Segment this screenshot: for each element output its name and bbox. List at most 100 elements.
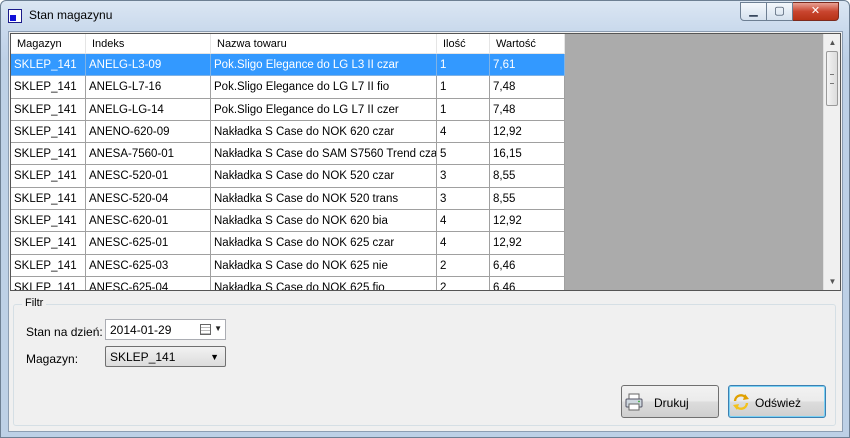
app-icon (8, 9, 22, 23)
cell-product-name[interactable]: Nakładka S Case do NOK 520 czar (211, 165, 437, 188)
table-row[interactable]: SKLEP_141 ANESC-625-03 Nakładka S Case do … (11, 254, 565, 277)
cell-warehouse[interactable]: SKLEP_141 (11, 76, 86, 99)
scroll-up-icon[interactable]: ▲ (824, 34, 840, 51)
cell-value[interactable]: 7,48 (490, 76, 565, 99)
window-title: Stan magazynu (29, 8, 113, 22)
table-row[interactable]: SKLEP_141 ANELG-L3-09 Pok.Sligo Elegance d… (11, 54, 565, 77)
column-header-warehouse[interactable]: Magazyn (11, 34, 86, 54)
cell-value[interactable]: 6,46 (490, 276, 565, 290)
refresh-icon (733, 394, 749, 410)
cell-index[interactable]: ANELG-L3-09 (86, 54, 211, 77)
vertical-scrollbar[interactable]: ▲ ▼ (823, 34, 840, 290)
filter-legend: Filtr (22, 297, 47, 309)
cell-quantity[interactable]: 1 (437, 76, 490, 99)
date-picker[interactable]: 2014-01-29 ▼ (105, 319, 226, 340)
table-row[interactable]: SKLEP_141 ANESC-620-01 Nakładka S Case do … (11, 210, 565, 233)
cell-index[interactable]: ANESC-520-01 (86, 165, 211, 188)
title-bar[interactable]: Stan magazynu ▁ ▢ ✕ (1, 1, 849, 31)
cell-warehouse[interactable]: SKLEP_141 (11, 210, 86, 233)
cell-quantity[interactable]: 4 (437, 232, 490, 255)
maximize-button[interactable]: ▢ (767, 2, 793, 21)
print-button[interactable]: Drukuj (621, 385, 719, 418)
cell-index[interactable]: ANESC-625-01 (86, 232, 211, 255)
cell-warehouse[interactable]: SKLEP_141 (11, 143, 86, 166)
column-header-quantity[interactable]: Ilość (437, 34, 490, 54)
stock-grid[interactable]: Magazyn Indeks Nazwa towaru Ilość Wartość SK… (10, 33, 841, 291)
table-row[interactable]: SKLEP_141 ANELG-L7-16 Pok.Sligo Elegance d… (11, 76, 565, 99)
cell-quantity[interactable]: 1 (437, 98, 490, 121)
table-row[interactable]: SKLEP_141 ANESC-625-04 Nakładka S Case do … (11, 276, 565, 290)
calendar-icon[interactable] (200, 324, 211, 335)
print-label: Drukuj (654, 396, 689, 410)
cell-product-name[interactable]: Nakładka S Case do NOK 620 bia (211, 210, 437, 233)
grid-rows: SKLEP_141 ANELG-L3-09 Pok.Sligo Elegance d… (11, 54, 565, 290)
cell-product-name[interactable]: Nakładka S Case do SAM S7560 Trend czar (211, 143, 437, 166)
cell-value[interactable]: 8,55 (490, 187, 565, 211)
cell-index[interactable]: ANESC-620-01 (86, 210, 211, 233)
table-row[interactable]: SKLEP_141 ANESC-625-01 Nakładka S Case do … (11, 232, 565, 255)
cell-value[interactable]: 7,48 (490, 98, 565, 121)
cell-warehouse[interactable]: SKLEP_141 (11, 187, 86, 211)
cell-product-name[interactable]: Nakładka S Case do NOK 520 trans (211, 187, 437, 211)
chevron-down-icon[interactable]: ▼ (210, 352, 219, 362)
warehouse-label: Magazyn: (26, 352, 79, 366)
cell-quantity[interactable]: 5 (437, 143, 490, 166)
table-row[interactable]: SKLEP_141 ANESC-520-04 Nakładka S Case do … (11, 187, 565, 211)
scroll-thumb[interactable] (826, 51, 838, 106)
table-row[interactable]: SKLEP_141 ANELG-LG-14 Pok.Sligo Elegance d… (11, 98, 565, 121)
cell-index[interactable]: ANESA-7560-01 (86, 143, 211, 166)
cell-warehouse[interactable]: SKLEP_141 (11, 98, 86, 121)
cell-index[interactable]: ANESC-520-04 (86, 187, 211, 211)
refresh-button[interactable]: Odśwież (728, 385, 826, 418)
cell-index[interactable]: ANENO-620-09 (86, 120, 211, 144)
cell-product-name[interactable]: Pok.Sligo Elegance do LG L3 II czar (211, 54, 437, 77)
cell-value[interactable]: 6,46 (490, 254, 565, 277)
cell-value[interactable]: 7,61 (490, 54, 565, 77)
cell-quantity[interactable]: 1 (437, 54, 490, 77)
cell-product-name[interactable]: Pok.Sligo Elegance do LG L7 II czer (211, 98, 437, 121)
cell-product-name[interactable]: Nakładka S Case do NOK 625 fio (211, 276, 437, 290)
refresh-label: Odśwież (755, 396, 802, 410)
cell-quantity[interactable]: 2 (437, 276, 490, 290)
cell-quantity[interactable]: 4 (437, 120, 490, 144)
cell-warehouse[interactable]: SKLEP_141 (11, 165, 86, 188)
cell-value[interactable]: 12,92 (490, 232, 565, 255)
cell-warehouse[interactable]: SKLEP_141 (11, 54, 86, 77)
filter-group: Filtr Stan na dzień: 2014-01-29 ▼ Magazy… (13, 297, 836, 426)
cell-index[interactable]: ANELG-L7-16 (86, 76, 211, 99)
cell-quantity[interactable]: 2 (437, 254, 490, 277)
cell-value[interactable]: 8,55 (490, 165, 565, 188)
cell-warehouse[interactable]: SKLEP_141 (11, 120, 86, 144)
cell-product-name[interactable]: Pok.Sligo Elegance do LG L7 II fio (211, 76, 437, 99)
cell-index[interactable]: ANELG-LG-14 (86, 98, 211, 121)
close-button[interactable]: ✕ (793, 2, 839, 21)
cell-warehouse[interactable]: SKLEP_141 (11, 232, 86, 255)
table-row[interactable]: SKLEP_141 ANENO-620-09 Nakładka S Case do … (11, 120, 565, 144)
cell-quantity[interactable]: 3 (437, 165, 490, 188)
client-area: Magazyn Indeks Nazwa towaru Ilość Wartość SK… (8, 31, 843, 432)
cell-index[interactable]: ANESC-625-03 (86, 254, 211, 277)
cell-value[interactable]: 12,92 (490, 210, 565, 233)
cell-value[interactable]: 12,92 (490, 120, 565, 144)
minimize-button[interactable]: ▁ (740, 2, 767, 21)
table-row[interactable]: SKLEP_141 ANESA-7560-01 Nakładka S Case do… (11, 143, 565, 166)
date-value: 2014-01-29 (110, 323, 172, 337)
table-row[interactable]: SKLEP_141 ANESC-520-01 Nakładka S Case do … (11, 165, 565, 188)
cell-product-name[interactable]: Nakładka S Case do NOK 620 czar (211, 120, 437, 144)
cell-product-name[interactable]: Nakładka S Case do NOK 625 czar (211, 232, 437, 255)
column-header-index[interactable]: Indeks (86, 34, 211, 54)
cell-index[interactable]: ANESC-625-04 (86, 276, 211, 290)
main-window: Stan magazynu ▁ ▢ ✕ Magazyn Indeks Nazwa t… (0, 0, 850, 438)
cell-warehouse[interactable]: SKLEP_141 (11, 254, 86, 277)
warehouse-select[interactable]: SKLEP_141 ▼ (105, 346, 226, 367)
printer-icon (625, 393, 643, 411)
chevron-down-icon[interactable]: ▼ (214, 324, 222, 333)
cell-warehouse[interactable]: SKLEP_141 (11, 276, 86, 290)
cell-quantity[interactable]: 3 (437, 187, 490, 211)
cell-value[interactable]: 16,15 (490, 143, 565, 166)
scroll-down-icon[interactable]: ▼ (824, 273, 840, 290)
cell-quantity[interactable]: 4 (437, 210, 490, 233)
column-header-value[interactable]: Wartość (490, 34, 565, 54)
column-header-product-name[interactable]: Nazwa towaru (211, 34, 437, 54)
cell-product-name[interactable]: Nakładka S Case do NOK 625 nie (211, 254, 437, 277)
